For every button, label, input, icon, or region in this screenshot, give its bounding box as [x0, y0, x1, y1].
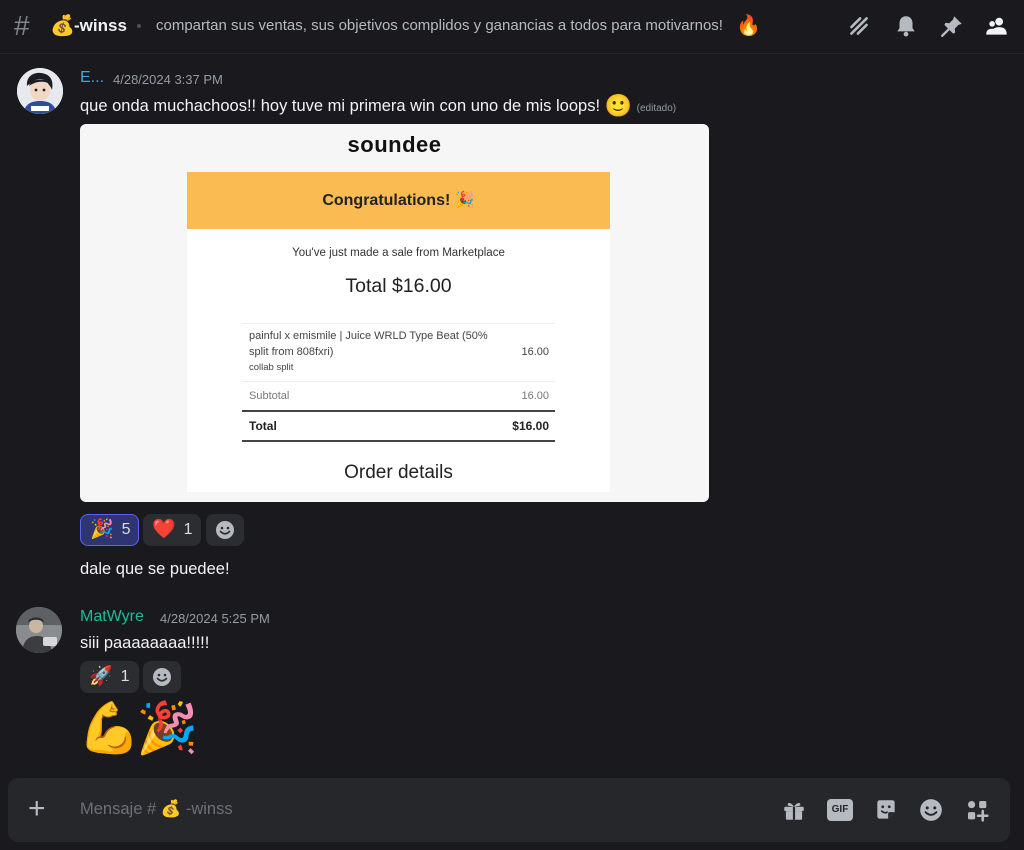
message-input[interactable]: Mensaje # 💰 -winss: [80, 800, 233, 819]
message-timestamp: 4/28/2024 3:37 PM: [113, 72, 223, 87]
hash-icon: #: [14, 10, 30, 41]
members-icon[interactable]: [984, 13, 1010, 39]
party-popper-emoji: 🎉: [454, 192, 475, 209]
item-amount: 16.00: [521, 346, 549, 358]
message-timestamp: 4/28/2024 5:25 PM: [160, 611, 270, 626]
gif-icon[interactable]: GIF: [827, 799, 853, 821]
moneybag-emoji: 💰: [50, 15, 75, 37]
total-label: Total: [249, 419, 277, 433]
slightly-smiling-emoji: 🙂: [604, 93, 633, 118]
reaction-rocket[interactable]: 🚀 1: [80, 661, 139, 693]
message-content: que onda muchachoos!! hoy tuve mi primer…: [80, 97, 601, 115]
threads-icon[interactable]: [846, 13, 872, 39]
order-details-link: Order details: [344, 462, 453, 483]
message-text: siii paaaaaaaa!!!!!: [80, 634, 210, 652]
message-text: que onda muchachoos!! hoy tuve mi primer…: [80, 93, 676, 119]
sale-text: You've just made a sale from Marketplace: [292, 247, 505, 259]
sticker-icon[interactable]: [873, 797, 899, 823]
receipt-divider: [242, 440, 555, 442]
message-author[interactable]: MatWyre: [80, 608, 144, 626]
pin-icon[interactable]: [939, 13, 965, 39]
reaction-party[interactable]: 🎉 5: [80, 514, 139, 546]
receipt-divider: [242, 323, 555, 324]
add-reaction-button[interactable]: [206, 514, 244, 546]
smiley-icon: [153, 668, 171, 686]
total-heading: Total $16.00: [345, 275, 452, 297]
channel-header: # 💰 -winss compartan sus ventas, sus obj…: [0, 0, 1024, 54]
soundee-logo: soundee: [347, 132, 442, 157]
reaction-heart[interactable]: ❤️ 1: [143, 514, 201, 546]
heart-emoji: ❤️: [152, 519, 176, 540]
attach-plus-button[interactable]: +: [28, 794, 46, 824]
emoji-icon[interactable]: [918, 797, 944, 823]
big-emoji-message: 💪🎉: [78, 700, 198, 756]
reaction-count: 1: [183, 521, 193, 538]
subtotal-value: 16.00: [521, 390, 549, 402]
reaction-count: 5: [121, 521, 131, 538]
channel-topic[interactable]: compartan sus ventas, sus objetivos comp…: [156, 17, 723, 34]
avatar-image: [16, 607, 62, 653]
image-attachment[interactable]: soundee Congratulations! 🎉 You've just m…: [80, 124, 709, 502]
bell-icon[interactable]: [893, 13, 919, 39]
rocket-emoji: 🚀: [89, 666, 113, 687]
avatar-image: [17, 68, 63, 114]
channel-name: -winss: [74, 16, 127, 35]
apps-icon[interactable]: [964, 797, 990, 823]
avatar[interactable]: [16, 607, 62, 653]
congrats-banner: Congratulations! 🎉: [187, 172, 610, 229]
item-note: collab split: [249, 362, 294, 373]
total-value: $16.00: [512, 419, 549, 433]
receipt-divider: [242, 410, 555, 412]
edited-label: (editado): [636, 103, 677, 114]
receipt-divider: [242, 381, 555, 382]
item-line-1: painful x emismile | Juice WRLD Type Bea…: [249, 330, 488, 342]
header-divider-dot: [137, 24, 141, 28]
message-composer: + Mensaje # 💰 -winss GIF: [8, 778, 1010, 842]
message-text: dale que se puedee!: [80, 560, 230, 578]
subtotal-label: Subtotal: [249, 390, 290, 402]
receipt-card: Congratulations! 🎉 You've just made a sa…: [187, 172, 610, 492]
message-author[interactable]: E...: [80, 69, 104, 87]
party-popper-emoji: 🎉: [90, 519, 114, 540]
banner-text: Congratulations!: [322, 192, 451, 209]
item-line-2: split from 808fxri): [249, 346, 334, 358]
add-reaction-button[interactable]: [143, 661, 181, 693]
avatar[interactable]: [17, 68, 63, 114]
fire-emoji: 🔥: [736, 15, 761, 37]
reaction-count: 1: [120, 668, 130, 685]
gift-icon[interactable]: [781, 797, 807, 823]
smiley-icon: [216, 521, 234, 539]
